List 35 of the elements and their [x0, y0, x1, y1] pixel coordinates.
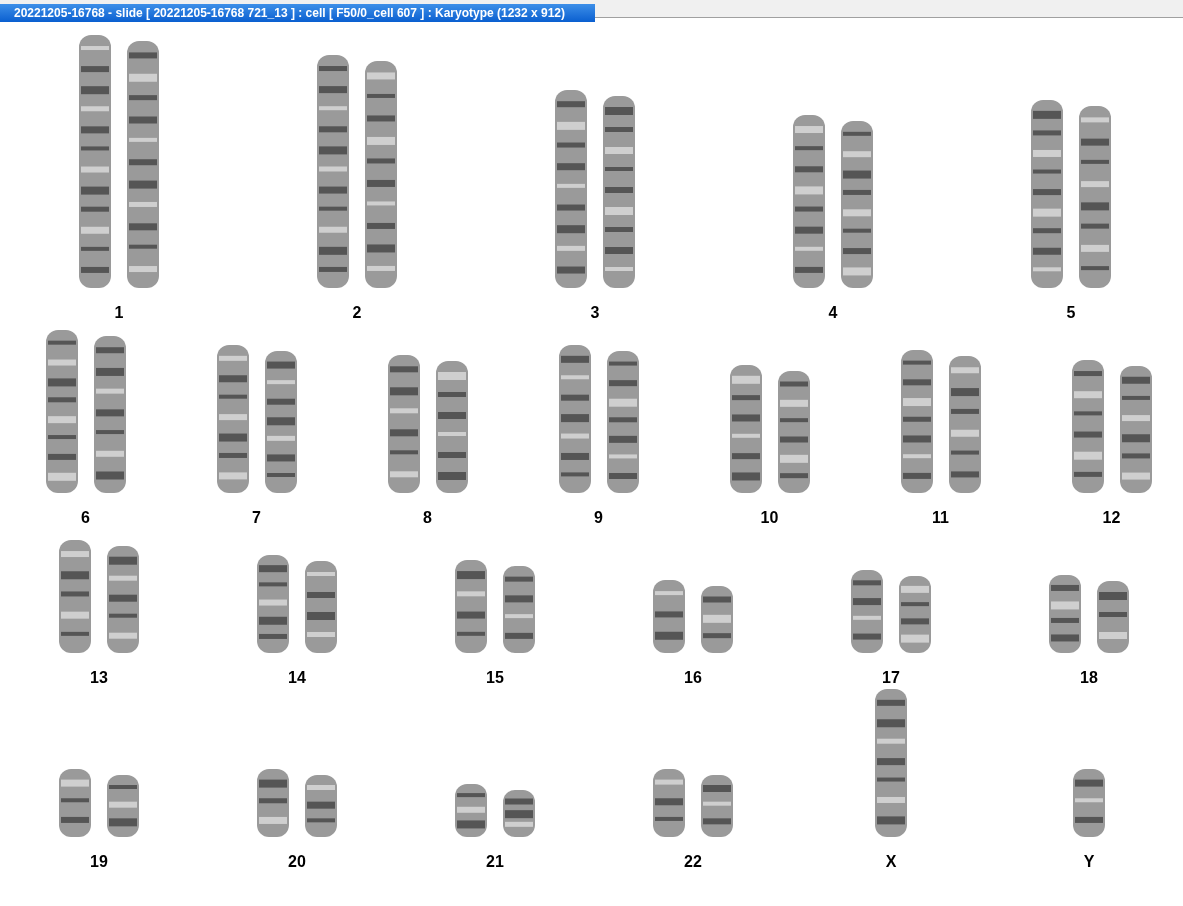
chromosome-number: 11 [932, 508, 949, 528]
chromosome-number: 1 [114, 303, 124, 323]
chromosome-number: 18 [1080, 668, 1098, 688]
chromosome-number: 17 [882, 668, 900, 688]
chromosome-drawing [502, 789, 536, 838]
chromosome-number: 2 [352, 303, 362, 323]
chromosome-number: 9 [594, 508, 603, 528]
chromosome-number: 19 [90, 852, 108, 872]
chromosome-number: 16 [684, 668, 702, 688]
chromosome-number: 3 [590, 303, 600, 323]
chromosome-number: 13 [90, 668, 108, 688]
chromosome-number: 8 [423, 508, 432, 528]
chromosome-number: 4 [828, 303, 838, 323]
chromosome-drawing [652, 768, 686, 838]
chromosome-number: 12 [1102, 508, 1121, 528]
chromosome-drawing [304, 774, 338, 838]
chromosome-number: 7 [252, 508, 261, 528]
chromosome-number: 22 [684, 852, 702, 872]
chromosome-number: 20 [288, 852, 306, 872]
chromosome-number: 5 [1066, 303, 1076, 323]
chromosome-number: Y [1083, 852, 1095, 872]
chromosome-drawing [106, 774, 140, 838]
chromosome-drawing [58, 768, 92, 838]
chromosome-number: X [885, 852, 897, 872]
chromosome-number: 6 [81, 508, 90, 528]
chromosome-number: 10 [760, 508, 779, 528]
chromosome-drawing [1072, 768, 1106, 838]
chromosome-number: 15 [486, 668, 504, 688]
chromosome-drawing [256, 768, 290, 838]
chromosome-number: 21 [486, 852, 504, 872]
chromosome-drawing [700, 774, 734, 838]
window-title: 20221205-16768 - slide [ 20221205-16768 721_13 ] : cell [ F50/0_cell 607 ] : Karyotype (1232 x 912) [0, 4, 595, 22]
chromosome-number: 14 [288, 668, 306, 688]
chromosome-drawing [700, 585, 734, 654]
chromosome-drawing [454, 783, 488, 838]
